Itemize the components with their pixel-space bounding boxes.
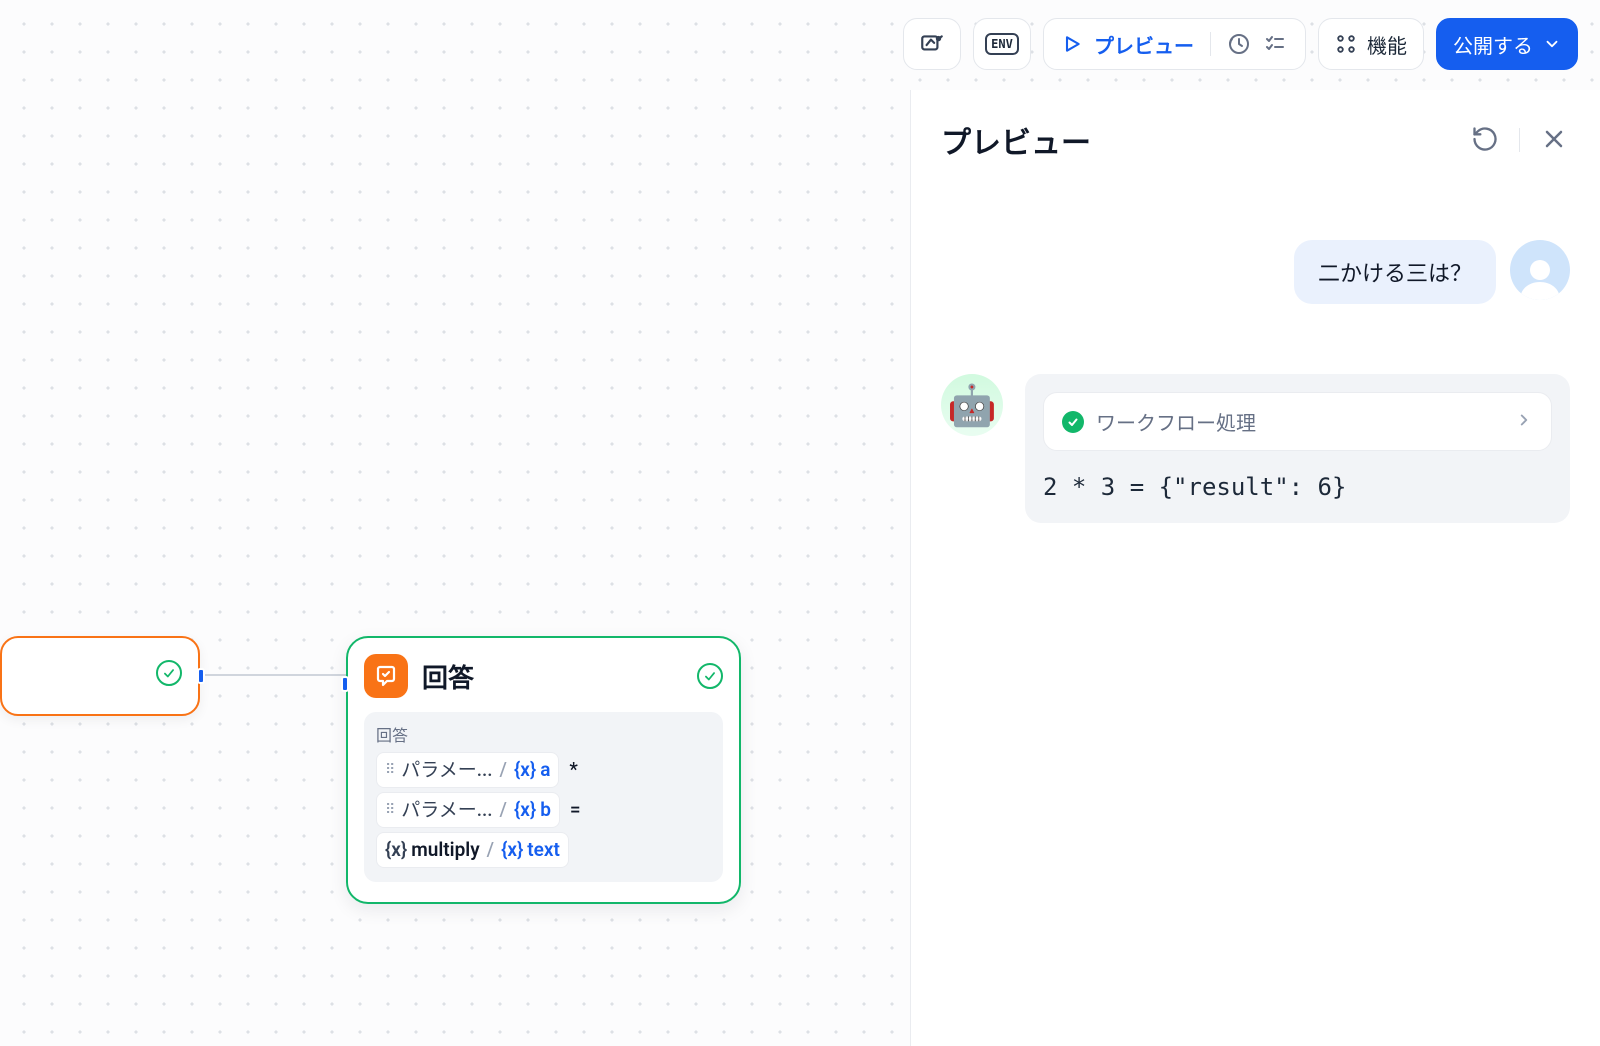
node-input-port[interactable] (341, 676, 349, 692)
answer-node[interactable]: 回答 回答 ⠿ パラメー... / {x} a * ⠿ パラメー... / {x… (346, 636, 741, 904)
bot-response-text: 2 * 3 = {"result": 6} (1043, 473, 1552, 501)
var-pill[interactable]: {x} multiply / {x} text (376, 832, 569, 868)
success-status-icon (1062, 411, 1084, 433)
separator (1519, 128, 1520, 152)
panel-title: プレビュー (941, 118, 1469, 162)
node-body: 回答 ⠿ パラメー... / {x} a * ⠿ パラメー... / {x} b… (364, 712, 723, 882)
top-toolbar: ENV プレビュー 機能 公開する (903, 18, 1578, 70)
refresh-icon (1471, 125, 1499, 156)
variables-button[interactable] (903, 18, 961, 70)
node-title: 回答 (422, 658, 683, 695)
body-label: 回答 (376, 722, 711, 746)
bot-message: ワークフロー処理 2 * 3 = {"result": 6} (1025, 374, 1570, 523)
var-row: {x} multiply / {x} text (376, 832, 711, 868)
user-message-row: 二かける三は？ (941, 240, 1570, 304)
variables-icon (919, 31, 945, 57)
workflow-status-label: ワークフロー処理 (1096, 407, 1503, 436)
user-avatar (1510, 240, 1570, 300)
checklist-icon[interactable] (1263, 32, 1287, 56)
close-icon (1542, 127, 1566, 154)
preview-panel: プレビュー 二かける三は？ 🤖 (910, 90, 1600, 1046)
chat-area[interactable]: 二かける三は？ 🤖 ワークフロー処理 2 * 3 = {"re (911, 180, 1600, 1046)
node-output-port[interactable] (197, 668, 205, 684)
apps-icon (1335, 33, 1357, 55)
history-icon[interactable] (1227, 32, 1251, 56)
env-button[interactable]: ENV (973, 18, 1031, 70)
var-pill[interactable]: ⠿ パラメー... / {x} b (376, 792, 560, 828)
answer-node-icon (364, 654, 408, 698)
chevron-right-icon (1515, 411, 1533, 433)
features-label: 機能 (1367, 30, 1407, 59)
upstream-node[interactable] (0, 636, 200, 716)
grip-icon: ⠿ (385, 755, 395, 785)
bot-avatar: 🤖 (941, 374, 1003, 436)
grip-icon: ⠿ (385, 795, 395, 825)
reset-button[interactable] (1469, 124, 1501, 156)
preview-label[interactable]: プレビュー (1094, 30, 1194, 59)
var-row: ⠿ パラメー... / {x} a * (376, 752, 711, 788)
separator (1210, 32, 1211, 56)
chevron-down-icon (1543, 35, 1561, 53)
success-check-icon (156, 660, 182, 686)
var-row: ⠿ パラメー... / {x} b = (376, 792, 711, 828)
play-icon[interactable] (1062, 34, 1082, 54)
edge[interactable] (200, 674, 346, 676)
user-message: 二かける三は？ (1294, 240, 1496, 304)
publish-button[interactable]: 公開する (1436, 18, 1578, 70)
env-icon: ENV (985, 33, 1019, 55)
success-check-icon (697, 663, 723, 689)
bot-message-row: 🤖 ワークフロー処理 2 * 3 = {"result": 6} (941, 374, 1570, 523)
close-button[interactable] (1538, 124, 1570, 156)
preview-button-group: プレビュー (1043, 18, 1306, 70)
var-pill[interactable]: ⠿ パラメー... / {x} a (376, 752, 559, 788)
features-button[interactable]: 機能 (1318, 18, 1424, 70)
workflow-status-card[interactable]: ワークフロー処理 (1043, 392, 1552, 451)
publish-label: 公開する (1453, 30, 1533, 59)
